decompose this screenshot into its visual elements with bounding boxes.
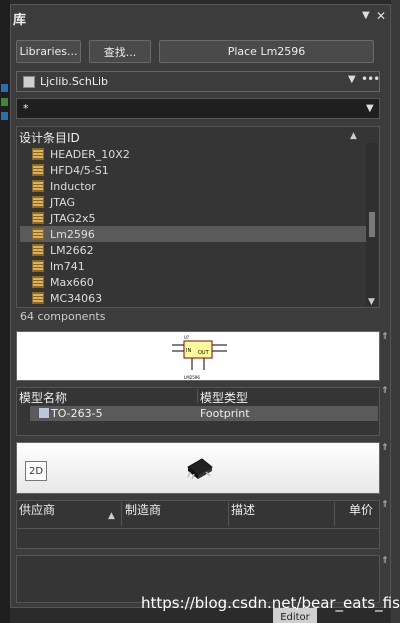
block-in-label: IN	[186, 348, 191, 354]
collapse-up-icon[interactable]: ⇑	[381, 500, 389, 510]
part-label: LM2596	[184, 375, 200, 380]
component-chip-icon	[32, 164, 44, 176]
list-item-label: HFD4/5-S1	[50, 163, 109, 177]
column-divider	[121, 502, 122, 526]
component-chip-icon	[32, 212, 44, 224]
row-divider	[17, 528, 379, 529]
schlib-icon	[23, 75, 35, 88]
column-divider	[228, 502, 229, 526]
list-item-label: Max660	[50, 275, 94, 289]
suppliers-table	[16, 500, 380, 549]
left-edge-strip	[0, 0, 10, 623]
component-chip-icon	[32, 180, 44, 192]
more-options-icon[interactable]: •••	[361, 72, 380, 86]
list-item[interactable]: JTAG	[32, 194, 370, 210]
component-chip-icon	[32, 292, 44, 304]
list-item[interactable]: LM2662	[32, 242, 370, 258]
left-edge-marker	[1, 84, 8, 92]
filter-input-value: *	[23, 102, 29, 115]
component-chip-icon	[32, 260, 44, 272]
sort-up-icon[interactable]: ▲	[108, 511, 115, 521]
panel-title: 库	[13, 13, 27, 28]
filter-input[interactable]: *	[16, 98, 380, 119]
list-item-selected[interactable]: Lm2596	[20, 226, 366, 242]
suppliers-col-supplier[interactable]: 供应商	[19, 501, 55, 518]
list-item[interactable]: JTAG2x5	[32, 210, 370, 226]
collapse-up-icon[interactable]: ⇑	[381, 386, 389, 396]
list-item[interactable]: Inductor	[32, 178, 370, 194]
ref-label: U?	[184, 335, 189, 340]
list-item[interactable]: lm741	[32, 258, 370, 274]
watermark-text: https://blog.csdn.net/bear_eats_fish	[141, 594, 400, 612]
list-item-label: MC34063	[50, 291, 103, 305]
component-list-header[interactable]: 设计条目ID	[19, 129, 80, 146]
chevron-down-icon[interactable]: ▼	[366, 103, 374, 114]
collapse-up-icon[interactable]: ⇑	[381, 443, 389, 453]
list-item-label: Lm2596	[50, 227, 95, 241]
list-item-label: Inductor	[50, 179, 96, 193]
component-count: 64 components	[20, 310, 106, 323]
left-edge-marker	[1, 98, 8, 106]
model-type-cell: Footprint	[200, 407, 250, 420]
component-chip-icon	[32, 276, 44, 288]
schematic-symbol: IN OUT U? LM2596	[172, 335, 227, 380]
list-item-label: JTAG	[50, 195, 75, 209]
view-2d-button[interactable]: 2D	[25, 461, 47, 481]
component-chip-icon	[32, 228, 44, 240]
right-edge-strip	[391, 0, 400, 623]
list-item-label: lm741	[50, 259, 85, 273]
footprint-3d-icon	[187, 458, 213, 480]
models-col-type[interactable]: 模型类型	[200, 389, 248, 406]
list-item-label: HEADER_10X2	[50, 147, 130, 161]
sort-up-icon[interactable]: ▲	[350, 131, 357, 141]
library-selector[interactable]: Ljclib.SchLib	[16, 71, 380, 92]
panel-menu-icon[interactable]: ▼	[362, 10, 370, 21]
list-item[interactable]: HFD4/5-S1	[32, 162, 370, 178]
list-item-label: LM2662	[50, 243, 94, 257]
list-item[interactable]: HEADER_10X2	[32, 146, 370, 162]
close-icon[interactable]: ✕	[376, 9, 386, 23]
suppliers-col-manufacturer[interactable]: 制造商	[125, 501, 161, 518]
column-divider	[197, 389, 198, 403]
search-button[interactable]: 查找...	[89, 40, 151, 63]
list-item[interactable]: MC34063	[32, 290, 370, 306]
models-col-name[interactable]: 模型名称	[19, 389, 67, 406]
library-selector-value: Ljclib.SchLib	[40, 75, 108, 88]
block-out-label: OUT	[198, 350, 210, 356]
model-name-cell: TO-263-5	[51, 407, 103, 420]
chevron-down-icon[interactable]: ▼	[348, 74, 356, 85]
left-edge-marker	[1, 112, 8, 120]
libraries-button[interactable]: Libraries...	[16, 40, 81, 63]
component-chip-icon	[32, 148, 44, 160]
suppliers-col-description[interactable]: 描述	[231, 501, 255, 518]
place-component-button[interactable]: Place Lm2596	[159, 40, 374, 63]
collapse-up-icon[interactable]: ⇑	[381, 556, 389, 566]
component-chip-icon	[32, 196, 44, 208]
list-item[interactable]: Max660	[32, 274, 370, 290]
schematic-preview: IN OUT U? LM2596	[16, 331, 380, 381]
suppliers-col-unit-price[interactable]: 单价	[349, 501, 373, 518]
column-divider	[334, 502, 335, 526]
footprint-model-icon	[38, 407, 50, 419]
list-item-label: JTAG2x5	[50, 211, 96, 225]
collapse-up-icon[interactable]: ⇑	[381, 332, 389, 342]
component-chip-icon	[32, 244, 44, 256]
